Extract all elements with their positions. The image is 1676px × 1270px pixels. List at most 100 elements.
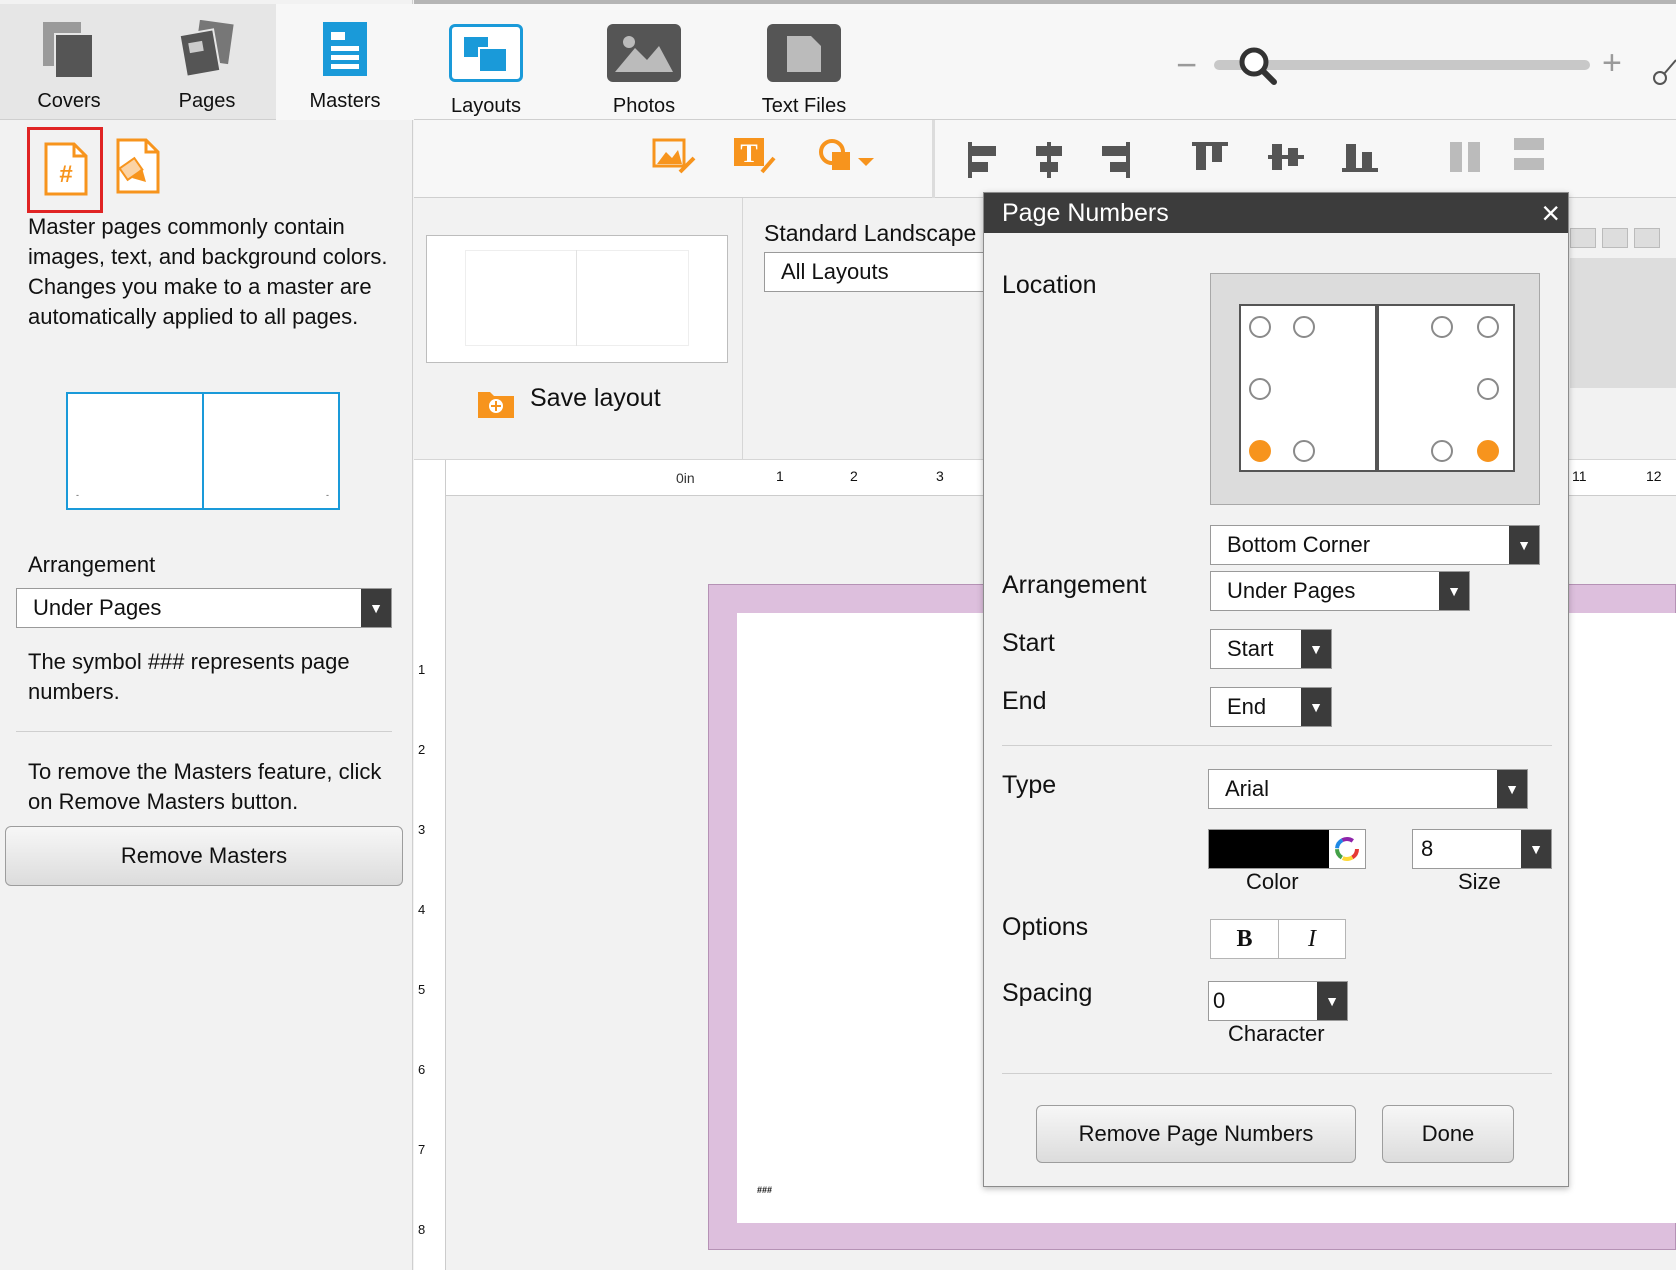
save-layout-label[interactable]: Save layout xyxy=(530,384,661,413)
location-radio-middle-right[interactable] xyxy=(1477,378,1499,400)
align-center-icon[interactable] xyxy=(1032,140,1066,180)
location-radio-bottom-inner-right[interactable] xyxy=(1431,440,1453,462)
add-shape-icon[interactable] xyxy=(818,138,878,178)
arrangement-select[interactable]: Under Pages ▼ xyxy=(16,588,392,628)
color-picker[interactable] xyxy=(1208,829,1366,869)
size-select-value: 8 xyxy=(1421,836,1434,861)
remove-masters-button[interactable]: Remove Masters xyxy=(5,826,403,886)
strip-divider xyxy=(742,198,743,460)
options-label: Options xyxy=(1002,913,1089,941)
chevron-down-icon: ▼ xyxy=(361,589,391,627)
color-swatch xyxy=(1209,830,1329,868)
svg-text:#: # xyxy=(59,161,72,188)
text-files-tool[interactable]: Text Files xyxy=(744,24,864,118)
tab-covers[interactable]: Covers xyxy=(0,4,138,120)
ruler-tick: 11 xyxy=(1572,468,1587,484)
location-radio-bottom-outer-right[interactable] xyxy=(1477,440,1499,462)
photos-tool[interactable]: Photos xyxy=(584,24,704,118)
master-spread-preview[interactable]: - - xyxy=(66,392,340,510)
chevron-down-icon: ▼ xyxy=(1301,630,1331,668)
size-caption: Size xyxy=(1458,869,1501,894)
remove-page-numbers-button[interactable]: Remove Page Numbers xyxy=(1036,1105,1356,1163)
font-select[interactable]: Arial ▼ xyxy=(1208,769,1528,809)
ruler-tick: 7 xyxy=(418,1142,426,1157)
master-background-icon[interactable] xyxy=(112,138,164,196)
style-options: B I xyxy=(1210,919,1346,959)
ruler-tick: 5 xyxy=(418,982,426,997)
size-select[interactable]: 8 ▼ xyxy=(1412,829,1552,869)
zoom-out-button[interactable]: − xyxy=(1176,44,1197,86)
end-select[interactable]: End ▼ xyxy=(1210,687,1332,727)
page-numbers-dialog: Page Numbers × Location Bottom Corner ▼ … xyxy=(983,192,1569,1187)
location-label: Location xyxy=(1002,271,1097,299)
chevron-down-icon: ▼ xyxy=(1301,688,1331,726)
layout-thumb[interactable] xyxy=(1570,228,1596,248)
scissors-icon[interactable] xyxy=(1652,54,1676,90)
svg-text:T: T xyxy=(740,139,757,168)
preview-page-marker-right: - xyxy=(326,490,329,500)
color-caption: Color xyxy=(1246,869,1299,894)
align-top-icon[interactable] xyxy=(1190,140,1230,174)
photos-icon xyxy=(607,24,681,82)
add-text-box-icon[interactable]: T xyxy=(732,136,778,178)
dialog-arrangement-select[interactable]: Under Pages ▼ xyxy=(1210,571,1470,611)
page-number-hash-icon: # xyxy=(44,142,88,196)
ruler-tick: 2 xyxy=(418,742,426,757)
distribute-vertical-icon[interactable] xyxy=(1512,136,1546,176)
tab-pages[interactable]: Pages xyxy=(138,4,276,120)
italic-button[interactable]: I xyxy=(1279,920,1345,958)
align-middle-icon[interactable] xyxy=(1266,140,1306,174)
spacing-label: Spacing xyxy=(1002,979,1093,1007)
layout-thumb[interactable] xyxy=(1634,228,1660,248)
done-button[interactable]: Done xyxy=(1382,1105,1514,1163)
layouts-icon xyxy=(449,24,523,82)
location-radio-top-inner-left[interactable] xyxy=(1293,316,1315,338)
tab-pages-label: Pages xyxy=(178,90,236,112)
layout-filter-select[interactable]: All Layouts xyxy=(764,252,994,292)
symbol-note: The symbol ### represents page numbers. xyxy=(28,649,350,704)
chevron-down-icon: ▼ xyxy=(1317,982,1347,1020)
location-radio-top-outer-left[interactable] xyxy=(1249,316,1271,338)
location-radio-top-inner-right[interactable] xyxy=(1431,316,1453,338)
preview-page-marker-left: - xyxy=(76,490,79,500)
location-radio-middle-left[interactable] xyxy=(1249,378,1271,400)
add-photo-box-icon[interactable] xyxy=(652,138,698,178)
end-label: End xyxy=(1002,687,1047,715)
arrangement-label: Arrangement xyxy=(1002,571,1147,599)
type-label: Type xyxy=(1002,771,1057,799)
spacing-select[interactable]: 0 ▼ xyxy=(1208,981,1348,1021)
bold-button[interactable]: B xyxy=(1211,920,1279,958)
page-number-marker[interactable]: ### xyxy=(757,1185,772,1195)
ruler-tick: 2 xyxy=(850,468,858,484)
ruler-tick: 3 xyxy=(936,468,944,484)
location-select[interactable]: Bottom Corner ▼ xyxy=(1210,525,1540,565)
left-panel: Covers Pages Masters # Master pages comm… xyxy=(0,0,414,1270)
layout-name: Standard Landscape xyxy=(764,220,977,246)
current-layout-thumbnail[interactable] xyxy=(426,235,728,363)
distribute-horizontal-icon[interactable] xyxy=(1446,140,1486,174)
layouts-tool[interactable]: Layouts xyxy=(426,24,546,118)
dialog-title: Page Numbers xyxy=(984,193,1568,233)
align-bottom-icon[interactable] xyxy=(1340,140,1380,174)
save-layout-folder-icon[interactable] xyxy=(476,386,516,420)
close-icon[interactable]: × xyxy=(1541,195,1560,231)
remove-masters-note: To remove the Masters feature, click on … xyxy=(28,759,382,814)
zoom-handle-magnifier-icon[interactable] xyxy=(1236,44,1280,88)
masters-icon xyxy=(323,22,367,76)
align-right-icon[interactable] xyxy=(1098,140,1132,180)
location-radio-bottom-inner-left[interactable] xyxy=(1293,440,1315,462)
location-radio-top-outer-right[interactable] xyxy=(1477,316,1499,338)
location-picker xyxy=(1210,273,1540,505)
tab-masters[interactable]: Masters xyxy=(276,4,414,120)
align-left-icon[interactable] xyxy=(966,140,1000,180)
layout-thumb[interactable] xyxy=(1602,228,1628,248)
page-numbers-tool-highlight[interactable]: # xyxy=(27,127,103,213)
zoom-in-button[interactable]: + xyxy=(1602,44,1622,83)
start-select[interactable]: Start ▼ xyxy=(1210,629,1332,669)
layout-preview-area xyxy=(1570,258,1676,388)
text-files-icon xyxy=(767,24,841,82)
location-radio-bottom-outer-left[interactable] xyxy=(1249,440,1271,462)
chevron-down-icon: ▼ xyxy=(1521,830,1551,868)
color-wheel-icon xyxy=(1335,837,1359,861)
masters-description: Master pages commonly contain images, te… xyxy=(28,214,388,329)
